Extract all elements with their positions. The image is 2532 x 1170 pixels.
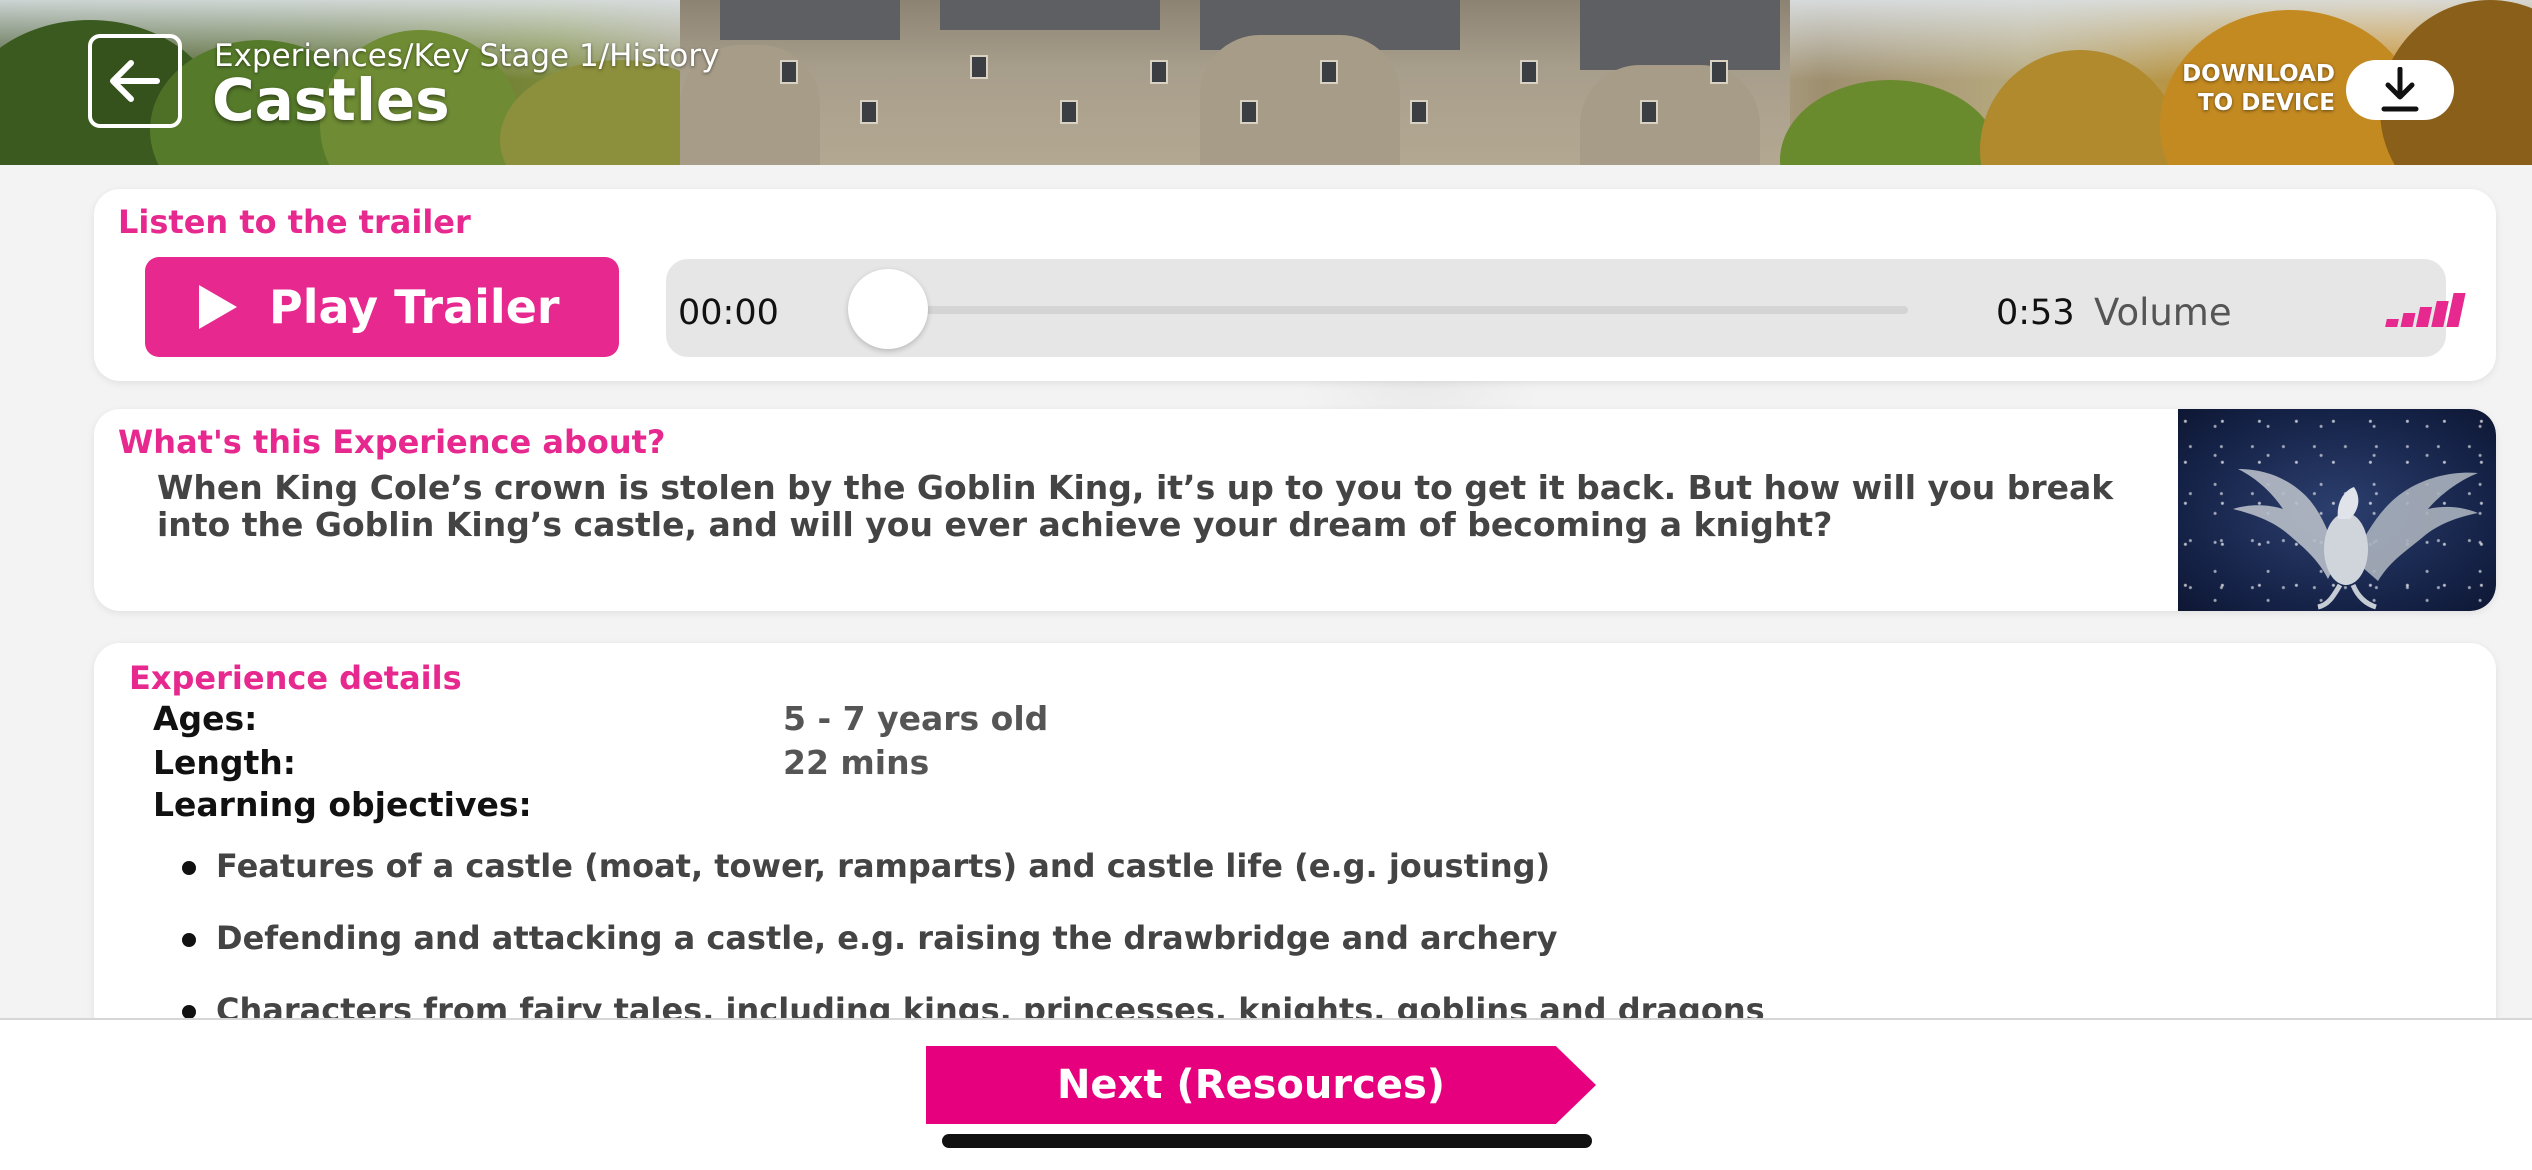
download-button[interactable] [2346,60,2454,120]
trailer-heading: Listen to the trailer [118,203,471,241]
current-time: 00:00 [678,293,779,333]
bullet [182,1005,196,1019]
dragon-image [2178,409,2496,611]
ages-value: 5 - 7 years old [783,699,1049,738]
banner-castle [680,0,1790,165]
trailer-card: Listen to the trailer Play Trailer 00:00… [94,189,2496,381]
volume-bars-icon[interactable] [2385,287,2466,327]
banner-tree [1780,80,2000,165]
download-icon [2381,67,2419,112]
header-banner: Experiences/Key Stage 1/History Castles … [0,0,2532,165]
about-card: What's this Experience about? When King … [94,409,2496,611]
about-description: When King Cole’s crown is stolen by the … [157,468,2114,544]
objective-item: Defending and attacking a castle, e.g. r… [216,919,1558,957]
volume-label: Volume [2094,291,2232,334]
play-trailer-label: Play Trailer [269,280,560,334]
details-heading: Experience details [129,659,462,697]
audio-player: 00:00 0:53 Volume [666,259,2466,357]
length-value: 22 mins [783,743,930,782]
next-resources-label: Next (Resources) [1056,1062,1446,1108]
arrow-left-icon [110,60,160,102]
download-label: DOWNLOAD TO DEVICE [2182,61,2335,116]
back-button[interactable] [88,34,182,128]
total-time: 0:53 [1996,293,2075,333]
length-label: Length: [153,743,296,782]
page-title: Castles [212,66,450,134]
objectives-label: Learning objectives: [153,785,532,824]
objective-item: Features of a castle (moat, tower, rampa… [216,847,1551,885]
play-icon [199,285,237,329]
details-card: Experience details Ages: 5 - 7 years old… [94,643,2496,1063]
seek-bar[interactable] [848,306,1908,314]
play-trailer-button[interactable]: Play Trailer [145,257,619,357]
home-indicator[interactable] [942,1134,1592,1148]
bullet [182,933,196,947]
ages-label: Ages: [153,699,258,738]
footer-bar: Next (Resources) [0,1018,2532,1170]
about-heading: What's this Experience about? [118,423,666,461]
next-resources-button[interactable]: Next (Resources) [926,1046,1596,1124]
bullet [182,861,196,875]
seek-thumb[interactable] [848,269,928,349]
dragon-illustration [2233,469,2478,610]
